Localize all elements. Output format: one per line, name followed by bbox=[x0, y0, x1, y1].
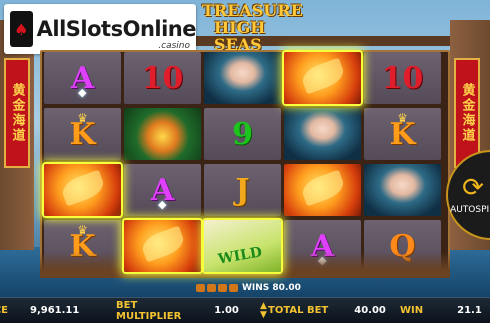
chinese-banner-left: 黄金海道 bbox=[4, 58, 30, 168]
reel-symbol bbox=[284, 108, 361, 160]
balance-segment: BALANCE 9,961.11 bbox=[0, 305, 112, 316]
win-line-indicator: WINS 80.00 bbox=[196, 282, 336, 294]
reel-symbol: 10 bbox=[364, 52, 441, 104]
card-symbol-9: 9 bbox=[232, 116, 253, 152]
reel-symbol bbox=[44, 164, 121, 216]
gem-icon: ◆ bbox=[158, 198, 167, 211]
crown-icon: ♛ bbox=[397, 111, 408, 125]
win-value: 21.1 bbox=[457, 305, 482, 316]
phoenix-symbol bbox=[44, 164, 121, 216]
reel-symbol: ♛ K bbox=[44, 108, 121, 160]
total-bet-value: 40.00 bbox=[354, 305, 386, 316]
bottom-bar: BALANCE 9,961.11 BET MULTIPLIER 1.00 ▲ ▼… bbox=[0, 297, 490, 323]
win-segment: WIN 21.1 bbox=[400, 305, 490, 316]
reel-symbol: 10 bbox=[124, 52, 201, 104]
total-bet-label: TOTAL BET bbox=[268, 305, 329, 316]
phoenix-symbol bbox=[284, 164, 361, 216]
reel-symbol: ♛ K bbox=[364, 108, 441, 160]
game-title-line2: HIGH SEAS bbox=[214, 18, 266, 54]
balance-label: BALANCE bbox=[0, 305, 9, 316]
maiden-symbol bbox=[284, 108, 361, 160]
logo-brand: AllSlotsOnline bbox=[36, 17, 197, 41]
multiplier-stepper[interactable]: ▲ ▼ bbox=[259, 300, 268, 322]
maiden-symbol bbox=[204, 52, 281, 104]
site-logo: ♠ AllSlotsOnline .casino bbox=[4, 4, 197, 54]
phoenix-symbol bbox=[284, 52, 361, 104]
wild-symbol: WILD bbox=[204, 220, 281, 272]
card-symbol-10: 10 bbox=[141, 60, 184, 96]
reel-symbol: WILD bbox=[204, 220, 281, 272]
reel-symbol: ◆A bbox=[44, 52, 121, 104]
game-title: TREASURE HIGH SEAS bbox=[196, 2, 316, 53]
spade-card-icon: ♠ bbox=[10, 11, 33, 47]
reel-symbol bbox=[204, 52, 281, 104]
card-symbol-10: 10 bbox=[381, 60, 424, 96]
reel-symbol bbox=[284, 52, 361, 104]
total-bet-segment: TOTAL BET 40.00 bbox=[268, 305, 400, 316]
balance-value: 9,961.11 bbox=[30, 305, 80, 316]
reel-symbol bbox=[364, 164, 441, 216]
game-title-line1: TREASURE bbox=[202, 1, 303, 20]
win-marker bbox=[229, 284, 238, 292]
phoenix-symbol bbox=[124, 220, 201, 272]
win-marker bbox=[218, 284, 227, 292]
reel-symbol bbox=[124, 108, 201, 160]
chest-symbol bbox=[124, 108, 201, 160]
reel-grid: ◆A1010♛K9♛K◆AJ♛KWILD◆AQ bbox=[44, 52, 441, 272]
bet-multiplier-label: BET MULTIPLIER bbox=[116, 299, 182, 322]
chevron-down-icon[interactable]: ▼ bbox=[260, 310, 267, 320]
reel-symbol: 9 bbox=[204, 108, 281, 160]
win-label: WIN bbox=[400, 305, 424, 316]
crown-icon: ♛ bbox=[77, 223, 88, 237]
autospin-icon: ⟳ bbox=[462, 173, 484, 203]
reel-symbol: ◆A bbox=[124, 164, 201, 216]
autospin-label: AUTOSPIN bbox=[450, 205, 490, 215]
card-symbol-j: J bbox=[235, 172, 250, 208]
gem-icon: ◆ bbox=[78, 86, 87, 99]
bet-multiplier-value: 1.00 bbox=[214, 305, 239, 316]
crown-icon: ♛ bbox=[77, 111, 88, 125]
reel-symbol bbox=[284, 164, 361, 216]
maiden-symbol bbox=[364, 164, 441, 216]
win-marker bbox=[196, 284, 205, 292]
win-marker bbox=[207, 284, 216, 292]
win-line-text: WINS 80.00 bbox=[242, 283, 301, 293]
win-line-markers bbox=[196, 284, 238, 292]
reel-symbol bbox=[124, 220, 201, 272]
bet-multiplier-segment: BET MULTIPLIER 1.00 ▲ ▼ bbox=[112, 300, 268, 322]
wild-label: WILD bbox=[216, 244, 264, 268]
reel-symbol: J bbox=[204, 164, 281, 216]
